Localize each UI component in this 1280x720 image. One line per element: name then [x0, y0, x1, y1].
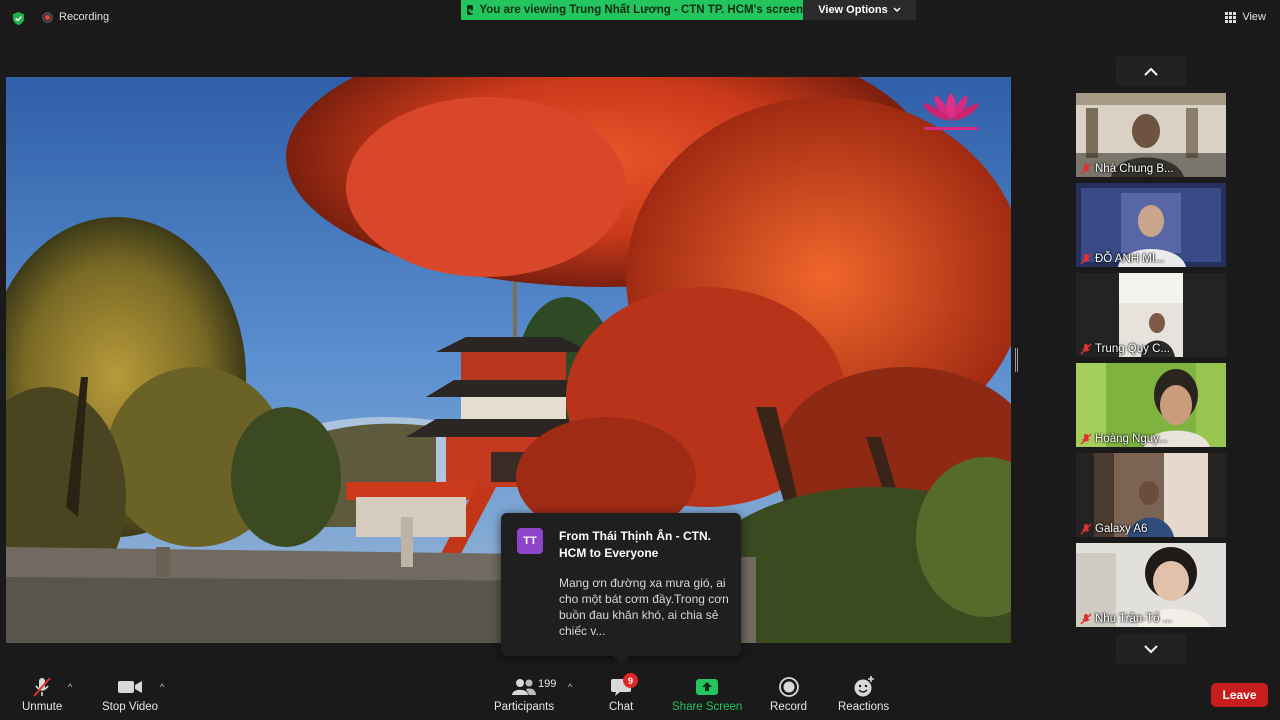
participants-icon [512, 679, 537, 695]
record-button[interactable]: Record [770, 673, 807, 713]
participant-tile[interactable]: Nhu Trần-Tổ ... [1076, 543, 1226, 627]
chat-sender-line: From Thái Thịnh Ân - CTN. HCM to Everyon… [559, 529, 711, 560]
chat-unread-badge: 9 [623, 673, 638, 688]
recording-indicator[interactable]: Recording [42, 11, 109, 23]
participants-label: Participants [494, 701, 555, 713]
view-options-button[interactable]: View Options [803, 0, 916, 20]
participant-tile[interactable]: Nhà Chung B... [1076, 93, 1226, 177]
participant-name-tag: Nhu Trần-Tổ ... [1080, 613, 1172, 625]
participant-name: Galaxy A6 [1095, 523, 1148, 535]
share-screen-icon [696, 679, 719, 695]
unmute-label: Unmute [22, 701, 63, 713]
share-screen-button[interactable]: Share Screen [672, 673, 742, 713]
chevron-down-icon [893, 7, 901, 13]
participants-options-caret[interactable]: ^ [568, 682, 572, 692]
mic-muted-icon [1080, 523, 1092, 535]
mic-muted-icon [1080, 163, 1092, 175]
participant-tile[interactable]: Trung Quy C... [1076, 273, 1226, 357]
recording-label: Recording [59, 11, 110, 23]
participant-name: ĐỖ ANH MI... [1095, 253, 1165, 265]
participant-name-tag: Galaxy A6 [1080, 523, 1147, 535]
smiley-add-icon [854, 676, 874, 697]
video-options-caret[interactable]: ^ [160, 682, 164, 692]
sender-avatar: TT [517, 528, 543, 554]
participant-tile[interactable]: Hoàng Nguy... [1076, 363, 1226, 447]
record-label: Record [770, 701, 808, 713]
recording-dot-icon [42, 11, 53, 23]
grid-view-icon [1225, 11, 1237, 23]
screen-share-icon [467, 5, 474, 15]
participant-name: Nhà Chung B... [1095, 163, 1174, 175]
participant-tile[interactable]: Galaxy A6 [1076, 453, 1226, 537]
participant-name: Trung Quy C... [1095, 343, 1170, 355]
leave-button[interactable]: Leave [1211, 683, 1268, 707]
security-shield-icon[interactable] [11, 11, 26, 26]
viewing-screen-banner: You are viewing Trung Nhất Lương - CTN T… [461, 0, 803, 20]
participant-name-tag: ĐỖ ANH MI... [1080, 253, 1165, 265]
reactions-label: Reactions [838, 701, 890, 713]
chat-label: Chat [609, 701, 634, 713]
gallery-scroll-up-button[interactable] [1116, 56, 1186, 86]
chat-notification-toast[interactable]: TT From Thái Thịnh Ân - CTN. HCM to Ever… [501, 513, 741, 656]
chat-message-preview: Mang ơn đường xa mưa gió, ai cho một bát… [559, 576, 729, 638]
unmute-button[interactable]: Unmute [22, 673, 62, 713]
panel-resize-handle[interactable] [1015, 348, 1018, 372]
participant-name-tag: Trung Quy C... [1080, 343, 1170, 355]
video-camera-icon [118, 681, 143, 693]
share-screen-label: Share Screen [672, 701, 743, 713]
stop-video-button[interactable]: Stop Video [102, 673, 158, 713]
participant-name: Hoàng Nguy... [1095, 433, 1168, 445]
participant-name-tag: Hoàng Nguy... [1080, 433, 1168, 445]
view-label: View [1242, 11, 1266, 23]
view-options-label: View Options [818, 4, 888, 16]
mic-muted-icon [1080, 343, 1092, 355]
mic-muted-icon [33, 677, 51, 697]
participant-name-tag: Nhà Chung B... [1080, 163, 1174, 175]
audio-options-caret[interactable]: ^ [68, 682, 72, 692]
stop-video-label: Stop Video [102, 701, 159, 713]
mic-muted-icon [1080, 433, 1092, 445]
view-layout-button[interactable]: View [1225, 11, 1266, 23]
mic-muted-icon [1080, 253, 1092, 265]
reactions-button[interactable]: Reactions [838, 673, 889, 713]
viewing-banner-text: You are viewing Trung Nhất Lương - CTN T… [479, 4, 803, 16]
gallery-scroll-down-button[interactable] [1116, 634, 1186, 664]
participants-count: 199 [538, 678, 557, 690]
participant-tile[interactable]: ĐỖ ANH MI... [1076, 183, 1226, 267]
participant-name: Nhu Trần-Tổ ... [1095, 613, 1173, 625]
mic-muted-icon [1080, 613, 1092, 625]
chevron-down-icon [1144, 644, 1158, 653]
record-icon [778, 677, 799, 697]
chevron-up-icon [1144, 67, 1158, 76]
